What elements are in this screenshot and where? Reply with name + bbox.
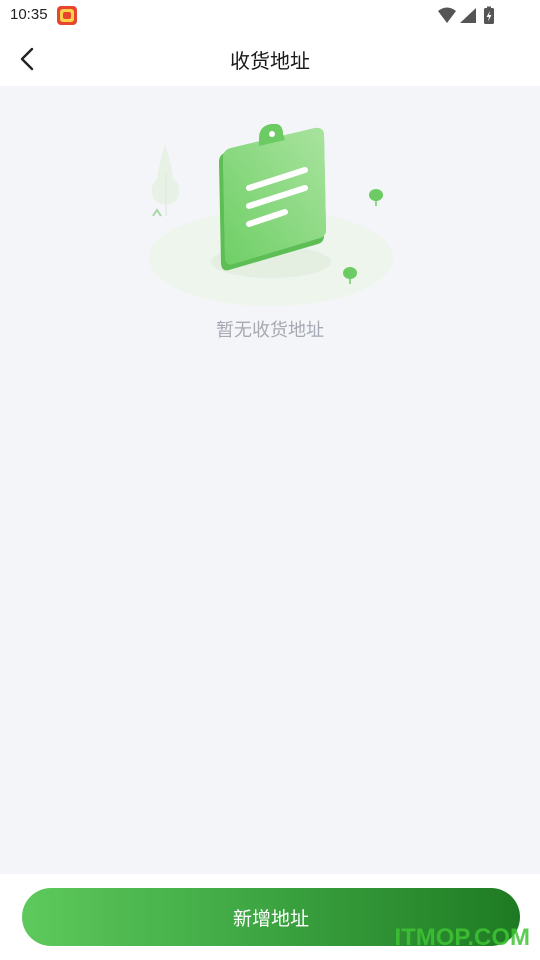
battery-icon [484, 6, 494, 24]
empty-state-area: 暂无收货地址 [0, 86, 540, 874]
status-icons [438, 6, 494, 24]
tree-icon [151, 144, 180, 217]
status-time: 10:35 [10, 6, 48, 23]
signal-icon [460, 8, 476, 23]
small-tree-icon [369, 189, 383, 206]
empty-clipboard-illustration [149, 124, 393, 306]
page-title: 收货地址 [230, 49, 310, 73]
wifi-icon [438, 7, 456, 23]
nav-bar: 收货地址 [0, 32, 540, 86]
status-bar: 10:35 [0, 0, 540, 32]
watermark: ITMOP.COM [394, 924, 530, 951]
app-notification-icon [57, 6, 77, 25]
empty-message: 暂无收货地址 [216, 320, 324, 341]
